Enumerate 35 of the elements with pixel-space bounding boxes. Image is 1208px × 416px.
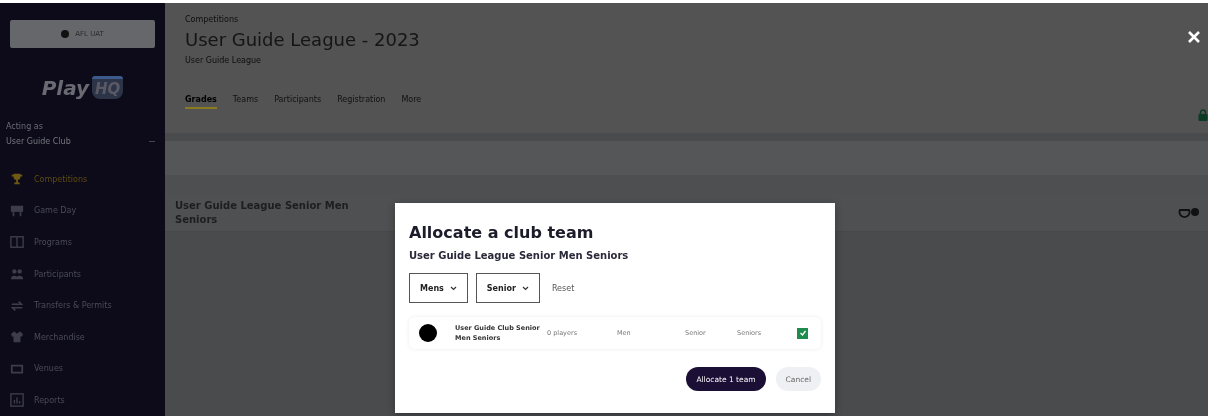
tab[interactable]: Participants bbox=[274, 95, 322, 109]
lock-icon bbox=[1198, 109, 1208, 121]
book-icon bbox=[10, 235, 24, 250]
trophy-icon bbox=[10, 172, 24, 187]
circle-icon bbox=[61, 29, 70, 38]
filter-dropdown[interactable]: Senior bbox=[475, 273, 540, 303]
sidebar-item[interactable]: Merchandise bbox=[10, 321, 155, 353]
tab[interactable]: Registration bbox=[337, 95, 386, 109]
sidebar-item[interactable]: Participants bbox=[10, 258, 155, 290]
filter-dropdown[interactable]: Mens bbox=[409, 273, 468, 303]
caret-icon bbox=[449, 285, 457, 291]
sidebar-item[interactable]: Programs bbox=[10, 226, 155, 259]
reset-link[interactable]: Reset bbox=[551, 283, 575, 293]
acting-as-club[interactable]: User Guide Club bbox=[6, 136, 71, 146]
modal-subtitle: User Guide League Senior Men Seniors bbox=[409, 250, 630, 261]
report-icon bbox=[10, 393, 24, 408]
caret-icon bbox=[521, 285, 529, 291]
checkbox[interactable] bbox=[797, 327, 808, 339]
team-avatar bbox=[419, 324, 437, 342]
breadcrumb[interactable]: Competitions bbox=[185, 15, 1190, 24]
acting-as-label: Acting as bbox=[6, 121, 44, 131]
sidebar-item[interactable]: Reports bbox=[10, 384, 155, 416]
tab[interactable]: Teams bbox=[232, 95, 259, 109]
whistle-icon bbox=[1178, 207, 1200, 219]
modal-title: Allocate a club team bbox=[409, 223, 595, 242]
sidebar-item[interactable]: Transfers & Permits bbox=[10, 289, 155, 322]
people-icon bbox=[10, 267, 24, 281]
close-icon bbox=[1187, 30, 1201, 44]
page-title: User Guide League - 2023 bbox=[185, 29, 421, 50]
sidebar-item[interactable]: Competitions bbox=[10, 163, 155, 196]
stand-icon bbox=[10, 203, 24, 218]
tab[interactable]: Grades bbox=[185, 95, 217, 109]
logo-text: Play bbox=[41, 75, 90, 100]
shirt-icon bbox=[10, 330, 24, 345]
swap-arrows-icon bbox=[10, 298, 24, 313]
